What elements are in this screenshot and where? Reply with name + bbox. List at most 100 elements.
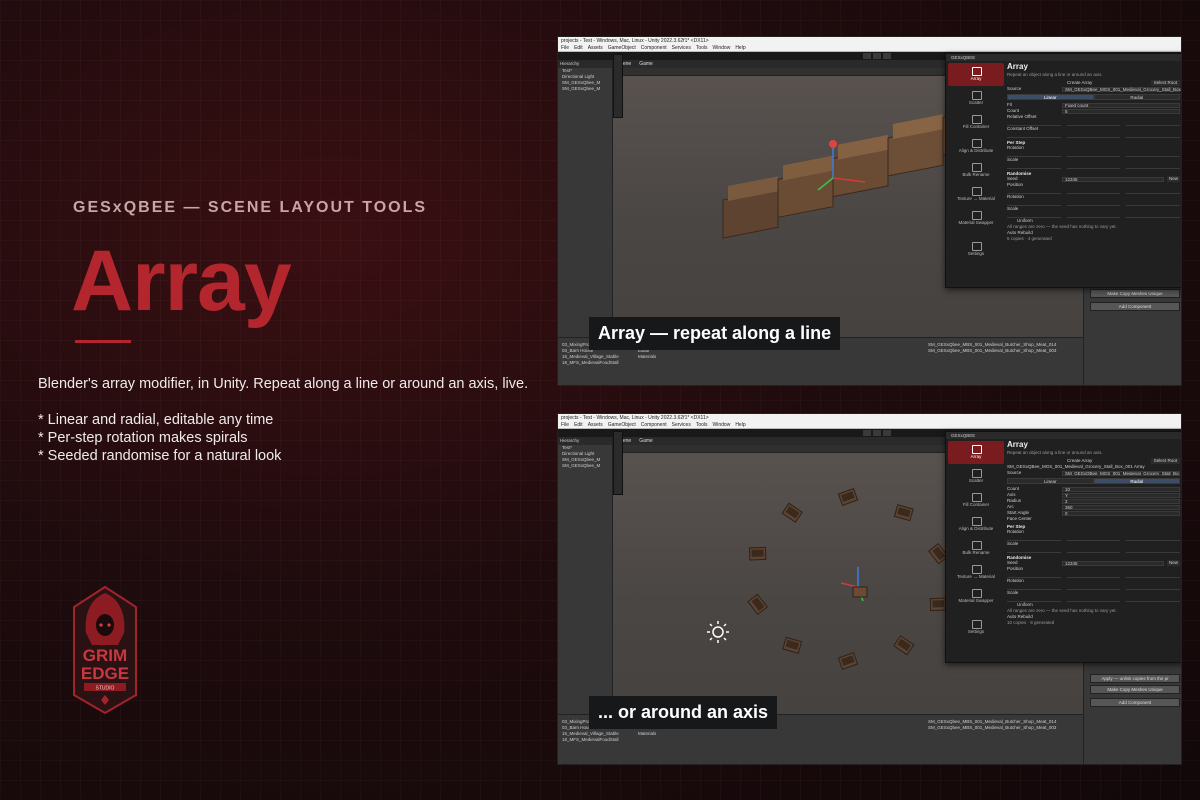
menu-bar: File Edit Assets GameObject Component Service… [558, 45, 1181, 52]
project-folder[interactable]: 18_MFS_MedievalFoodStall [562, 737, 619, 743]
nav-texture-material[interactable]: Texture → Material [948, 183, 1004, 206]
menu-gameobject[interactable]: GameObject [608, 45, 636, 51]
random-rotation-label: Rotation [1007, 578, 1024, 583]
menu-gameobject[interactable]: GameObject [608, 422, 636, 428]
face-center-toggle[interactable]: Face Center [1007, 516, 1180, 522]
nav-array[interactable]: Array [948, 63, 1004, 86]
menu-edit[interactable]: Edit [574, 45, 583, 51]
menu-bar: File Edit Assets GameObject Component Service… [558, 422, 1181, 429]
menu-assets[interactable]: Assets [588, 422, 603, 428]
source-field[interactable]: SM_GESxQBee_MGS_001_Medieval_Grocery_Sta… [1062, 471, 1180, 476]
tool-nav: Array Scatter Fill Container Align & Dis… [948, 441, 1004, 640]
array-copy-box [781, 502, 803, 523]
scene-tools[interactable] [613, 54, 623, 118]
menu-edit[interactable]: Edit [574, 422, 583, 428]
array-panel: Array Repeat an object along a line or a… [1007, 440, 1181, 660]
apply-unlink-button[interactable]: Apply — unlink copies from the pr [1090, 674, 1180, 683]
array-copy-box [837, 487, 859, 507]
menu-services[interactable]: Services [672, 45, 691, 51]
hierarchy-panel: Hierarchy Test* Directional Light SM_GES… [558, 437, 613, 714]
caption-linear: Array — repeat along a line [589, 317, 841, 350]
pause-button[interactable] [873, 430, 881, 436]
menu-file[interactable]: File [561, 45, 569, 51]
count-label: Count [1007, 108, 1020, 113]
asset-folder[interactable]: Materials [638, 354, 668, 360]
array-copy-box [893, 504, 914, 522]
feature-item: * Seeded randomise for a natural look [38, 448, 282, 464]
random-rotation-label: Rotation [1007, 194, 1024, 199]
caption-radial: ... or around an axis [589, 696, 778, 729]
nav-settings[interactable]: Settings [948, 238, 1004, 261]
play-button[interactable] [863, 430, 871, 436]
menu-help[interactable]: Help [735, 45, 745, 51]
mode-linear[interactable]: Linear [1007, 94, 1094, 100]
source-field[interactable]: SM_GESxQBee_MGS_001_Medieval_Grocery_Sta… [1062, 87, 1181, 92]
menu-component[interactable]: Component [641, 422, 667, 428]
menu-assets[interactable]: Assets [588, 45, 603, 51]
mode-linear[interactable]: Linear [1007, 478, 1094, 484]
nav-align-distribute[interactable]: Align & Distribute [948, 513, 1004, 536]
page-title: Array [71, 233, 292, 329]
grim-edge-logo: GRIM EDGE STUDIO [73, 585, 137, 715]
title-rule [75, 340, 131, 343]
menu-services[interactable]: Services [672, 422, 691, 428]
asset-file[interactable]: SM_GESxQbee_MBS_001_Medieval_Butcher_Sho… [928, 348, 1056, 354]
asset-file[interactable]: SM_GESxQbee_MBS_001_Medieval_Butcher_Sho… [928, 725, 1056, 731]
position-label: Position [1007, 566, 1024, 571]
nav-scatter[interactable]: Scatter [948, 465, 1004, 488]
add-component-button[interactable]: Add Component [1090, 698, 1180, 707]
nav-material-swapper[interactable]: Material Swapper [948, 207, 1004, 230]
hierarchy-item[interactable]: SM_GESxQbee_M [558, 86, 612, 92]
nav-fill-container[interactable]: Fill Container [948, 111, 1004, 134]
add-component-button[interactable]: Add Component [1090, 302, 1180, 311]
scene-tools[interactable] [613, 431, 623, 495]
scale-xyz[interactable] [1007, 163, 1181, 169]
play-button[interactable] [863, 53, 871, 59]
asset-folder[interactable]: Materials [638, 731, 668, 737]
nav-fill-container[interactable]: Fill Container [948, 489, 1004, 512]
constant-offset-xyz[interactable] [1007, 132, 1181, 138]
nav-material-swapper[interactable]: Material Swapper [948, 585, 1004, 608]
array-tool-window: GESxQBEE Array Scatter Fill Container Al… [945, 431, 1181, 663]
arc-label: Arc [1007, 504, 1014, 509]
source-box [852, 586, 868, 598]
feature-item: * Linear and radial, editable any time [38, 412, 274, 428]
hierarchy-item[interactable]: SM_GESxQbee_M [558, 463, 612, 469]
position-label: Position [1007, 182, 1024, 187]
menu-tools[interactable]: Tools [696, 45, 708, 51]
make-copy-unique-button[interactable]: Make Copy Meshes Unique [1090, 289, 1180, 298]
nav-settings[interactable]: Settings [948, 616, 1004, 639]
panel-subtitle: Repeat an object along a line or around … [1007, 450, 1103, 455]
nav-align-distribute[interactable]: Align & Distribute [948, 135, 1004, 158]
menu-component[interactable]: Component [641, 45, 667, 51]
scale-xyz[interactable] [1007, 547, 1181, 553]
mode-radial[interactable]: Radial [1093, 94, 1180, 100]
hierarchy-panel: Hierarchy Test* Directional Light SM_GES… [558, 60, 613, 337]
step-button[interactable] [883, 53, 891, 59]
tool-window-title: GESxQBEE [946, 54, 1181, 61]
array-panel: Array Repeat an object along a line or a… [1007, 62, 1181, 285]
logo-text-1: GRIM [83, 646, 127, 665]
make-copy-unique-button[interactable]: Make Copy Meshes Unique [1090, 685, 1180, 694]
nav-bulk-rename[interactable]: Bulk Rename [948, 537, 1004, 560]
menu-file[interactable]: File [561, 422, 569, 428]
nav-bulk-rename[interactable]: Bulk Rename [948, 159, 1004, 182]
menu-help[interactable]: Help [735, 422, 745, 428]
axis-label: Axis [1007, 492, 1016, 497]
feature-item: * Per-step rotation makes spirals [38, 430, 248, 446]
menu-tools[interactable]: Tools [696, 422, 708, 428]
menu-window[interactable]: Window [713, 422, 731, 428]
mode-toggle: Linear Radial [1007, 94, 1180, 100]
radial-count-label: Count [1007, 486, 1020, 491]
pause-button[interactable] [873, 53, 881, 59]
nav-texture-material[interactable]: Texture → Material [948, 561, 1004, 584]
menu-window[interactable]: Window [713, 45, 731, 51]
step-button[interactable] [883, 430, 891, 436]
constant-offset-label: Constant Offset [1007, 126, 1039, 131]
nav-scatter[interactable]: Scatter [948, 87, 1004, 110]
mode-radial[interactable]: Radial [1093, 478, 1180, 484]
project-folder[interactable]: 18_MFS_MedievalFoodStall [562, 360, 619, 366]
nav-array[interactable]: Array [948, 441, 1004, 464]
array-copy-box [893, 635, 915, 656]
source-label: Source [1007, 86, 1022, 91]
